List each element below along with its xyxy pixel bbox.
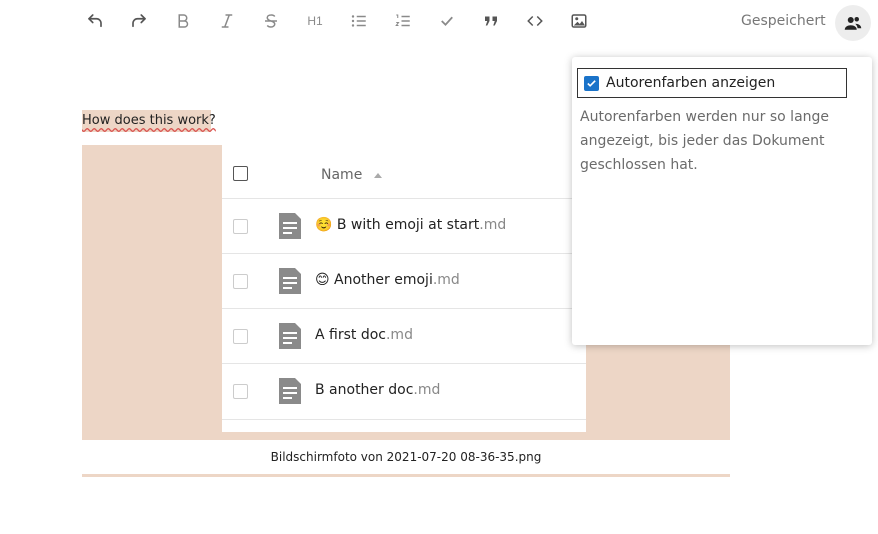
quote-button[interactable] <box>476 6 506 36</box>
select-all-checkbox <box>233 166 248 181</box>
document-icon <box>279 268 301 294</box>
image-button[interactable] <box>564 6 594 36</box>
strikethrough-button[interactable] <box>256 6 286 36</box>
row-checkbox <box>233 329 248 344</box>
bullet-list-icon <box>351 15 366 27</box>
row-checkbox <box>233 384 248 399</box>
code-icon <box>527 15 543 27</box>
heading-icon: H1 <box>307 14 323 28</box>
sessions-button[interactable] <box>835 5 871 41</box>
checkmark-icon <box>587 79 596 87</box>
bold-icon <box>178 14 189 28</box>
table-row: 😊 Another emoji.md <box>222 253 586 309</box>
help-link[interactable]: How does this work? <box>82 110 216 132</box>
row-checkbox <box>233 274 248 289</box>
heading-button[interactable]: H1 <box>300 6 330 36</box>
file-extension: .md <box>385 327 413 343</box>
redo-button[interactable] <box>124 6 154 36</box>
redo-icon <box>132 14 146 28</box>
image-caption: Bildschirmfoto von 2021-07-20 08-36-35.p… <box>82 440 730 474</box>
author-colors-toggle[interactable]: Autorenfarben anzeigen <box>577 68 847 98</box>
ordered-list-button[interactable] <box>388 6 418 36</box>
author-colors-checkbox[interactable] <box>584 75 599 91</box>
file-name: ☺️ B with emoji at start <box>315 217 480 233</box>
table-row: B another doc.md <box>222 363 586 420</box>
strikethrough-icon <box>265 14 277 28</box>
undo-button[interactable] <box>80 6 110 36</box>
table-row: A first doc.md <box>222 308 586 364</box>
author-colors-description: Autorenfarben werden nur so lange angeze… <box>580 109 830 173</box>
document-icon <box>279 213 301 239</box>
row-checkbox <box>233 219 248 234</box>
save-status: Gespeichert <box>741 13 826 29</box>
document-icon <box>279 323 301 349</box>
popover-arrow <box>845 49 861 57</box>
sessions-popover: Autorenfarben anzeigen Autorenfarben wer… <box>572 57 872 345</box>
users-icon <box>844 17 862 30</box>
italic-button[interactable] <box>212 6 242 36</box>
file-extension: .md <box>413 382 441 398</box>
bullet-list-button[interactable] <box>344 6 374 36</box>
screenshot-content: Name ☺️ B with emoji at start.md 😊 Anoth… <box>222 145 586 432</box>
file-name: 😊 Another emoji <box>315 272 433 288</box>
checklist-button[interactable] <box>432 6 462 36</box>
document-icon <box>279 378 301 404</box>
ordered-list-icon <box>395 14 410 27</box>
file-extension: .md <box>479 217 507 233</box>
quote-icon <box>485 16 497 26</box>
name-column-header: Name <box>321 167 363 183</box>
table-row: ☺️ B with emoji at start.md <box>222 198 586 254</box>
checkmark-icon <box>441 16 453 27</box>
author-colors-label: Autorenfarben anzeigen <box>606 75 776 91</box>
file-name: B another doc <box>315 382 414 398</box>
bold-button[interactable] <box>168 6 198 36</box>
code-button[interactable] <box>520 6 550 36</box>
italic-icon <box>221 14 233 28</box>
file-extension: .md <box>432 272 460 288</box>
image-icon <box>571 14 587 28</box>
file-name: A first doc <box>315 327 386 343</box>
undo-icon <box>88 14 102 28</box>
sort-ascending-icon <box>374 173 382 178</box>
